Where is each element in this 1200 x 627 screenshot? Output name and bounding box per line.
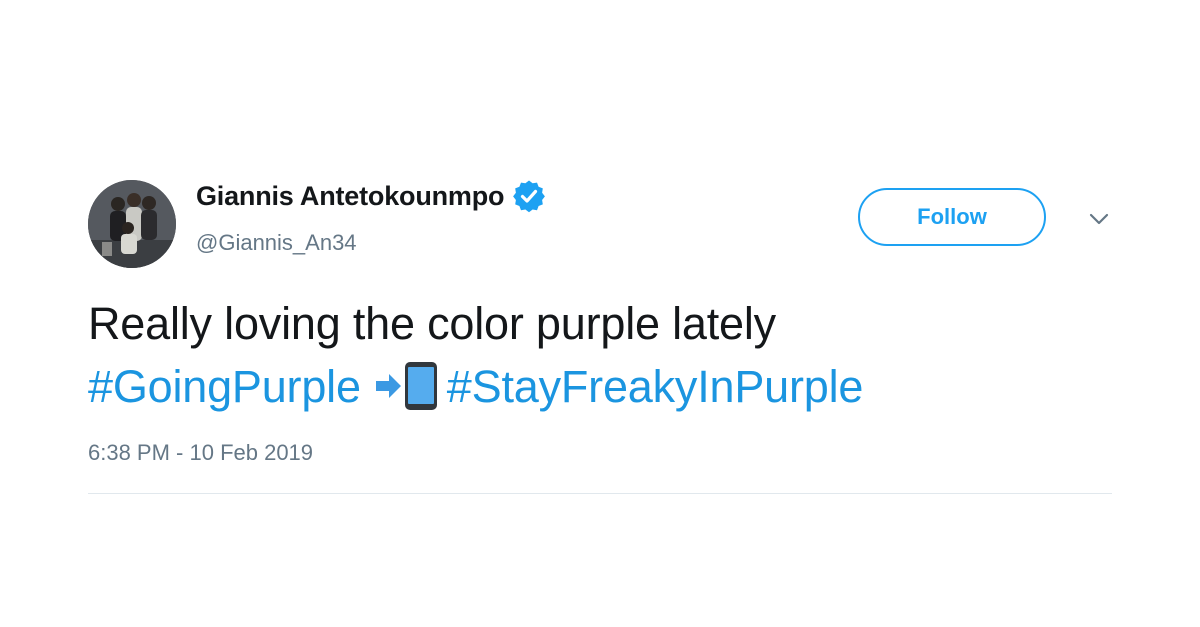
divider: [88, 493, 1112, 494]
mobile-phone-with-arrow-icon: [375, 362, 439, 410]
tweet-hashtag-line: #GoingPurple #StayFreakyInPurple: [88, 355, 1112, 418]
follow-button[interactable]: Follow: [858, 188, 1046, 246]
tweet-text-line: Really loving the color purple lately: [88, 298, 776, 349]
avatar[interactable]: [88, 180, 176, 268]
display-name[interactable]: Giannis Antetokounmpo: [196, 181, 504, 212]
chevron-down-icon[interactable]: [1088, 208, 1110, 230]
tweet-text: Really loving the color purple lately #G…: [88, 292, 1112, 418]
verified-badge-icon: [512, 179, 546, 213]
author-info[interactable]: Giannis Antetokounmpo @Giannis_An34: [196, 178, 546, 256]
tweet-timestamp[interactable]: 6:38 PM - 10 Feb 2019: [88, 440, 313, 466]
hashtag-link[interactable]: #GoingPurple: [88, 361, 361, 412]
hashtag-link[interactable]: #StayFreakyInPurple: [447, 361, 864, 412]
name-row: Giannis Antetokounmpo: [196, 178, 546, 214]
avatar-photo: [88, 180, 176, 268]
user-handle[interactable]: @Giannis_An34: [196, 230, 546, 256]
